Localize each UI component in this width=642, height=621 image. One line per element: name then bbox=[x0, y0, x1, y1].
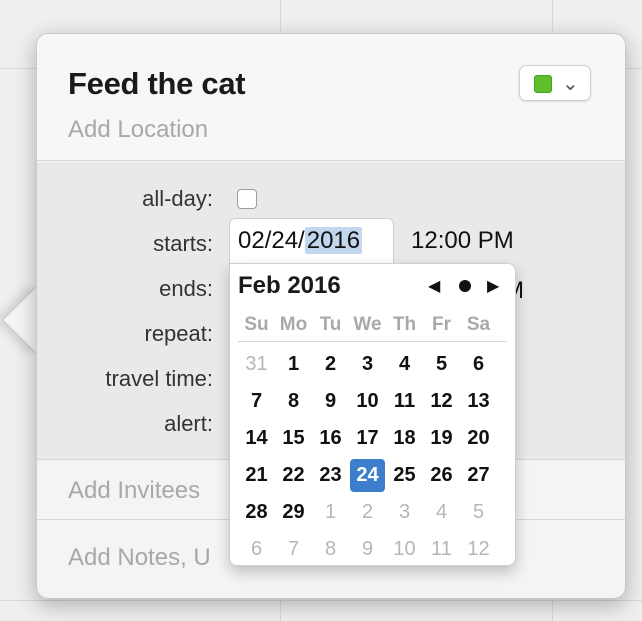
calendar-day[interactable]: 3 bbox=[350, 348, 385, 381]
calendar-day[interactable]: 12 bbox=[461, 533, 496, 566]
calendar-day[interactable]: 6 bbox=[239, 533, 274, 566]
color-swatch bbox=[534, 75, 552, 93]
calendar-day[interactable]: 11 bbox=[424, 533, 459, 566]
notes-field[interactable]: Add Notes, U bbox=[68, 544, 211, 572]
weekday-label: Sa bbox=[466, 314, 491, 335]
calendar-day[interactable]: 9 bbox=[313, 385, 348, 418]
calendar-day[interactable]: 31 bbox=[239, 348, 274, 381]
invitees-field[interactable]: Add Invitees bbox=[68, 477, 200, 505]
calendar-day[interactable]: 21 bbox=[239, 459, 274, 492]
calendar-day[interactable]: 7 bbox=[276, 533, 311, 566]
calendar-day[interactable]: 8 bbox=[313, 533, 348, 566]
repeat-label: repeat: bbox=[144, 321, 214, 346]
month-label: Feb 2016 bbox=[238, 272, 341, 299]
weekday-label: Tu bbox=[319, 314, 342, 335]
calendar-day[interactable]: 12 bbox=[424, 385, 459, 418]
calendar-day[interactable]: 23 bbox=[313, 459, 348, 492]
grid-line bbox=[0, 600, 642, 601]
calendar-day[interactable]: 9 bbox=[350, 533, 385, 566]
calendar-day[interactable]: 7 bbox=[239, 385, 274, 418]
calendar-day[interactable]: 16 bbox=[313, 422, 348, 455]
calendar-day[interactable]: 20 bbox=[461, 422, 496, 455]
weekday-label: Su bbox=[244, 314, 269, 335]
previous-month-icon[interactable]: ◀ bbox=[428, 276, 440, 296]
weekday-label: We bbox=[353, 314, 382, 335]
ends-label: ends: bbox=[159, 276, 213, 301]
calendar-color-button[interactable]: ⌄ bbox=[519, 65, 591, 101]
calendar-day[interactable]: 13 bbox=[461, 385, 496, 418]
start-date-prefix: 02/24/ bbox=[238, 227, 305, 254]
calendar-day[interactable]: 10 bbox=[387, 533, 422, 566]
weekday-divider bbox=[238, 341, 507, 342]
calendar-day[interactable]: 1 bbox=[313, 496, 348, 529]
start-date-year[interactable]: 2016 bbox=[304, 227, 363, 254]
start-time-field[interactable]: 12:00 PM bbox=[411, 227, 514, 255]
calendar-day[interactable]: 19 bbox=[424, 422, 459, 455]
today-dot-icon[interactable] bbox=[459, 280, 471, 292]
next-month-icon[interactable]: ▶ bbox=[487, 276, 499, 296]
calendar-day[interactable]: 26 bbox=[424, 459, 459, 492]
calendar-day[interactable]: 18 bbox=[387, 422, 422, 455]
calendar-day[interactable]: 29 bbox=[276, 496, 311, 529]
travel-time-label: travel time: bbox=[105, 366, 213, 391]
location-field[interactable]: Add Location bbox=[68, 116, 208, 144]
start-date-text: 02/24/2016 bbox=[238, 227, 363, 255]
calendar-day[interactable]: 4 bbox=[424, 496, 459, 529]
calendar-day[interactable]: 22 bbox=[276, 459, 311, 492]
calendar-day[interactable]: 4 bbox=[387, 348, 422, 381]
starts-label: starts: bbox=[153, 231, 213, 256]
calendar-day[interactable]: 14 bbox=[239, 422, 274, 455]
calendar-day[interactable]: 2 bbox=[350, 496, 385, 529]
calendar-day[interactable]: 25 bbox=[387, 459, 422, 492]
calendar-day[interactable]: 2 bbox=[313, 348, 348, 381]
calendar-day[interactable]: 15 bbox=[276, 422, 311, 455]
all-day-checkbox[interactable] bbox=[237, 189, 257, 209]
calendar-day[interactable]: 11 bbox=[387, 385, 422, 418]
calendar-day[interactable]: 10 bbox=[350, 385, 385, 418]
all-day-label: all-day: bbox=[142, 186, 213, 211]
calendar-day[interactable]: 27 bbox=[461, 459, 496, 492]
calendar-day[interactable]: 5 bbox=[461, 496, 496, 529]
weekday-label: Fr bbox=[432, 314, 451, 335]
calendar-day[interactable]: 1 bbox=[276, 348, 311, 381]
start-date-field[interactable]: 02/24/2016 bbox=[229, 218, 394, 264]
event-header: Feed the cat Add Location ⌄ bbox=[37, 34, 625, 161]
calendar-day[interactable]: 3 bbox=[387, 496, 422, 529]
chevron-down-icon: ⌄ bbox=[562, 73, 579, 95]
calendar-day[interactable]: 24 bbox=[350, 459, 385, 492]
calendar-day[interactable]: 8 bbox=[276, 385, 311, 418]
weekday-label: Th bbox=[392, 314, 417, 335]
calendar-day[interactable]: 6 bbox=[461, 348, 496, 381]
calendar-day[interactable]: 5 bbox=[424, 348, 459, 381]
event-title[interactable]: Feed the cat bbox=[68, 66, 246, 102]
date-picker: Feb 2016 ◀ ▶ Su Mo Tu We Th Fr Sa 31 1 2 3 4 5 6 7 8 9 1… bbox=[229, 263, 516, 566]
calendar-day[interactable]: 28 bbox=[239, 496, 274, 529]
weekday-label: Mo bbox=[279, 314, 308, 335]
alert-label: alert: bbox=[164, 411, 213, 436]
calendar-day[interactable]: 17 bbox=[350, 422, 385, 455]
